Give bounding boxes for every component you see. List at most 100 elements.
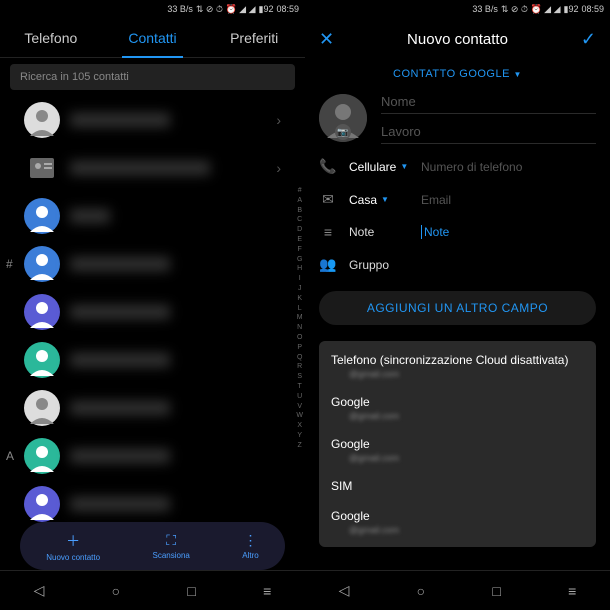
alpha-D[interactable]: D [296, 225, 303, 235]
contact-row[interactable] [0, 336, 305, 384]
chevron-down-icon: ▼ [514, 70, 522, 79]
alpha-O[interactable]: O [296, 333, 303, 343]
section-a: A [6, 449, 20, 463]
alpha-E[interactable]: E [296, 235, 303, 245]
alpha-index[interactable]: #ABCDEFGHIJKLMNOPQRSTUVWXYZ [296, 186, 303, 451]
status-bar: 33 B/s ⇅ ⊘ ⏱ ⏰ ◢ ◢ ▮92 08:59 [0, 0, 305, 18]
email-input[interactable]: Email [421, 193, 596, 207]
alpha-I[interactable]: I [296, 274, 303, 284]
add-field-button[interactable]: AGGIUNGI UN ALTRO CAMPO [319, 291, 596, 325]
phone-type-dropdown[interactable]: Cellulare▼ [349, 160, 409, 174]
avatar [24, 390, 60, 426]
nav-drawer-icon[interactable]: ≡ [568, 583, 576, 599]
scan-button[interactable]: ⛶Scansiona [152, 532, 189, 560]
tab-phone[interactable]: Telefono [0, 18, 102, 57]
chevron-down-icon: ▼ [400, 162, 408, 171]
account-option[interactable]: Google@gmail.com [319, 501, 596, 543]
avatar [24, 486, 60, 522]
alpha-S[interactable]: S [296, 372, 303, 382]
account-option[interactable]: Telefono (sincronizzazione Cloud disatti… [319, 345, 596, 387]
name-field[interactable]: Nome [381, 94, 596, 114]
account-option[interactable]: SIM [319, 471, 596, 501]
more-button[interactable]: ⋮Altro [242, 532, 258, 560]
group-label: Gruppo [349, 258, 389, 272]
alpha-P[interactable]: P [296, 343, 303, 353]
nav-recent-icon[interactable]: □ [492, 583, 500, 599]
group-row[interactable]: 👥 Gruppo [305, 248, 610, 281]
alpha-G[interactable]: G [296, 255, 303, 265]
contact-name [70, 401, 170, 415]
more-icon: ⋮ [244, 532, 258, 549]
alpha-A[interactable]: A [296, 196, 303, 206]
confirm-icon[interactable]: ✓ [581, 29, 596, 50]
account-option[interactable]: Google@gmail.com [319, 429, 596, 471]
contact-row[interactable]: # [0, 240, 305, 288]
contact-name [70, 497, 170, 511]
contact-name [70, 161, 210, 175]
nav-drawer-icon[interactable]: ≡ [263, 583, 271, 599]
work-field[interactable]: Lavoro [381, 124, 596, 144]
close-icon[interactable]: ✕ [319, 29, 334, 50]
contact-name [70, 209, 110, 223]
avatar [24, 438, 60, 474]
alpha-K[interactable]: K [296, 294, 303, 304]
alpha-X[interactable]: X [296, 421, 303, 431]
search-input[interactable]: Ricerca in 105 contatti [10, 64, 295, 90]
contact-row[interactable]: › [0, 144, 305, 192]
chevron-right-icon: › [276, 160, 281, 176]
alpha-C[interactable]: C [296, 215, 303, 225]
alpha-Y[interactable]: Y [296, 431, 303, 441]
contact-row[interactable] [0, 480, 305, 528]
alpha-L[interactable]: L [296, 304, 303, 314]
alpha-Q[interactable]: Q [296, 353, 303, 363]
contact-row[interactable] [0, 384, 305, 432]
alpha-H[interactable]: H [296, 264, 303, 274]
alpha-W[interactable]: W [296, 411, 303, 421]
contact-name [70, 305, 170, 319]
nav-recent-icon[interactable]: □ [187, 583, 195, 599]
plus-icon: ＋ [66, 531, 80, 551]
contact-name [70, 449, 170, 463]
battery: ▮92 [259, 4, 274, 15]
alpha-U[interactable]: U [296, 392, 303, 402]
note-row: ≡ Note Note [305, 216, 610, 248]
alpha-R[interactable]: R [296, 362, 303, 372]
alpha-Z[interactable]: Z [296, 441, 303, 451]
avatar [24, 342, 60, 378]
nav-home-icon[interactable]: ○ [112, 583, 120, 599]
nav-bar: ◁ ○ □ ≡ [305, 570, 610, 610]
alpha-J[interactable]: J [296, 284, 303, 294]
account-type-dropdown[interactable]: CONTATTO GOOGLE ▼ [305, 60, 610, 88]
contact-row[interactable] [0, 288, 305, 336]
alpha-N[interactable]: N [296, 323, 303, 333]
alpha-V[interactable]: V [296, 402, 303, 412]
contact-row[interactable]: › [0, 96, 305, 144]
account-option[interactable]: Google@gmail.com [319, 387, 596, 429]
alpha-F[interactable]: F [296, 245, 303, 255]
battery: ▮92 [564, 4, 579, 15]
phone-input[interactable]: Numero di telefono [421, 160, 596, 174]
clock: 08:59 [581, 4, 604, 14]
alpha-#[interactable]: # [296, 186, 303, 196]
email-type-dropdown[interactable]: Casa▼ [349, 193, 409, 207]
nav-home-icon[interactable]: ○ [417, 583, 425, 599]
alpha-M[interactable]: M [296, 313, 303, 323]
tab-contacts[interactable]: Contatti [102, 18, 204, 57]
nav-back-icon[interactable]: ◁ [339, 582, 350, 599]
contact-list[interactable]: › › # A [0, 96, 305, 570]
alpha-T[interactable]: T [296, 382, 303, 392]
note-input[interactable]: Note [421, 225, 596, 239]
avatar [24, 294, 60, 330]
new-contact-button[interactable]: ＋Nuovo contatto [46, 531, 100, 562]
contact-photo[interactable]: 📷 [319, 94, 367, 142]
note-label: Note [349, 225, 409, 239]
contact-row[interactable]: A [0, 432, 305, 480]
nav-back-icon[interactable]: ◁ [34, 582, 45, 599]
contact-row[interactable] [0, 192, 305, 240]
chevron-right-icon: › [276, 112, 281, 128]
alpha-B[interactable]: B [296, 206, 303, 216]
avatar [24, 246, 60, 282]
tab-favorites[interactable]: Preferiti [203, 18, 305, 57]
account-picker: Telefono (sincronizzazione Cloud disatti… [319, 341, 596, 547]
phone-icon: 📞 [319, 158, 337, 175]
